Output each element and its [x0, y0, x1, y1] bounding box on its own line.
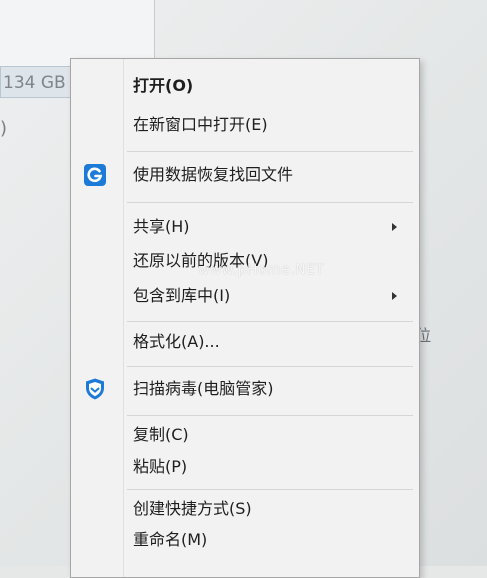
menu-item-open-new-window[interactable]: 在新窗口中打开(E) [133, 110, 268, 140]
menu-item-copy[interactable]: 复制(C) [133, 420, 189, 450]
menu-item-data-recovery[interactable]: 使用数据恢复找回文件 [133, 160, 293, 190]
menu-item-rename[interactable]: 重命名(M) [133, 525, 207, 555]
context-menu: 打开(O) 在新窗口中打开(E) 使用数据恢复找回文件 共享(H) 还原以前的版… [70, 58, 420, 578]
data-recovery-g-icon [84, 164, 106, 186]
menu-separator [127, 202, 413, 203]
menu-item-scan-virus[interactable]: 扫描病毒(电脑管家) [133, 374, 274, 404]
menu-separator [127, 366, 413, 367]
background-text-fragment: ) [0, 118, 8, 139]
menu-item-format[interactable]: 格式化(A)... [133, 327, 220, 357]
menu-item-open[interactable]: 打开(O) [133, 71, 193, 101]
menu-item-include-in-library[interactable]: 包含到库中(I) [133, 281, 230, 311]
menu-separator [127, 151, 413, 152]
menu-item-paste[interactable]: 粘贴(P) [133, 452, 187, 482]
submenu-arrow-icon [392, 292, 397, 300]
background-window [0, 0, 155, 67]
menu-item-share[interactable]: 共享(H) [133, 212, 190, 242]
menu-separator [127, 321, 413, 322]
menu-separator [127, 415, 413, 416]
menu-icon-column-divider [123, 59, 124, 577]
drive-size-label: 134 GB [0, 66, 76, 98]
menu-separator [127, 489, 413, 490]
shield-icon [83, 377, 107, 401]
watermark-text: www.pHome.NET [198, 262, 325, 278]
menu-item-create-shortcut[interactable]: 创建快捷方式(S) [133, 494, 252, 524]
submenu-arrow-icon [392, 223, 397, 231]
